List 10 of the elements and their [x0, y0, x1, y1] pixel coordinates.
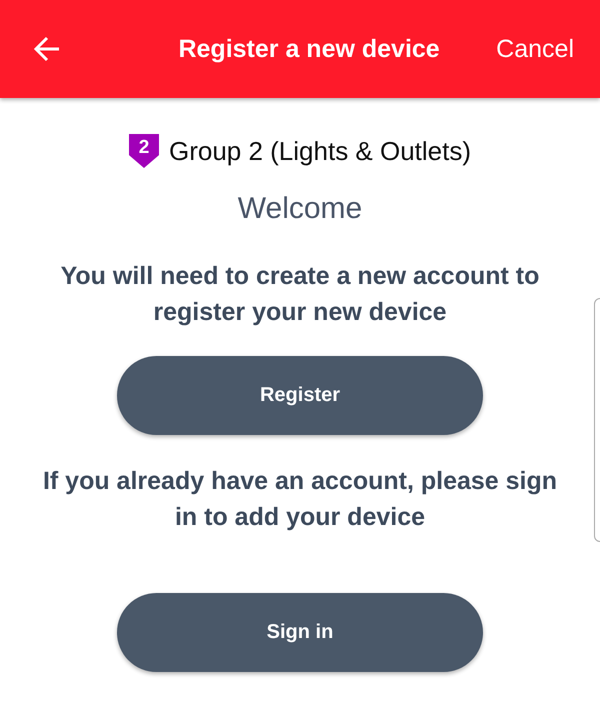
group-badge: 2	[128, 134, 159, 168]
instruction-text: If you already have an account, please sign in to add your device	[42, 466, 558, 533]
cancel-button[interactable]: Cancel	[496, 34, 574, 64]
group-name: Group 2 (Lights & Outlets)	[168, 136, 472, 166]
instruction-text: You will need to create a new account to register your new device	[60, 261, 540, 328]
action-button[interactable]: Register	[117, 356, 483, 435]
back-arrow-icon[interactable]	[32, 34, 62, 64]
action-button[interactable]: Sign in	[117, 593, 483, 672]
welcome-heading: Welcome	[238, 192, 362, 226]
screen-title: Register a new device	[177, 34, 441, 64]
